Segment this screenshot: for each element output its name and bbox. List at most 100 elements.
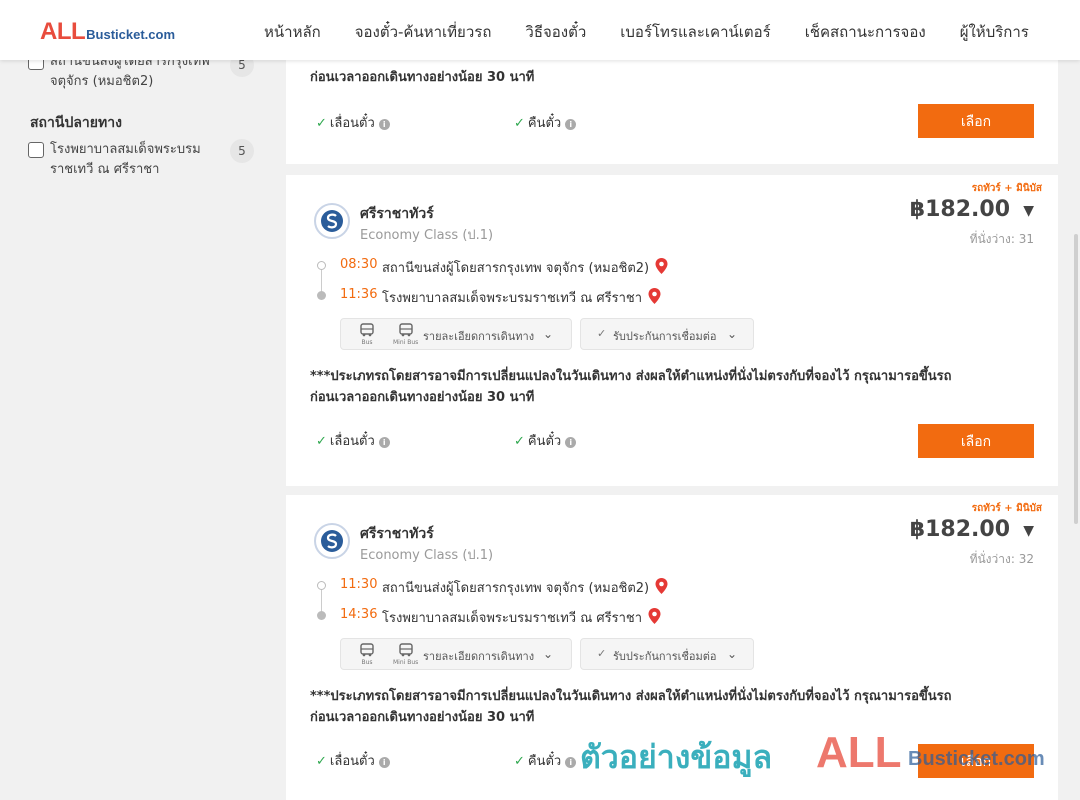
check-icon: ✓ [514,116,525,131]
service-class: Economy Class (ป.1) [360,548,494,563]
info-icon[interactable]: i [378,437,390,448]
seats-available: ที่นั่งว่าง: 31 [969,232,1034,246]
nav-check-booking[interactable]: เช็คสถานะการจอง [805,20,926,44]
arrival-station: โรงพยาบาลสมเด็จพระบรมราชเทวี ณ ศรีราชา [382,607,661,628]
notice-line-1: ***ประเภทรถโดยสารอาจมีการเปลี่ยนแปลงในวั… [310,689,952,704]
reschedule-label: เลื่อนตั๋ว [329,434,375,449]
connection-guarantee-dropdown[interactable]: ✓ รับประกันการเชื่อมต่อ ⌄ [580,638,754,670]
info-icon[interactable]: i [378,119,390,130]
info-icon[interactable]: i [565,437,577,448]
select-button[interactable]: เลือก [918,424,1034,458]
select-button[interactable]: เลือก [918,104,1034,138]
operator-name: ศรีราชาทัวร์ [360,526,434,542]
arrival-time: 11:36 [340,287,378,302]
departure-station-name: สถานีขนส่งผู้โดยสารกรุงเทพ จตุจักร (หมอช… [382,581,650,596]
bus-label: Bus [361,339,373,346]
notice-line-2: ก่อนเวลาออกเดินทางอย่างน้อย 30 นาที [310,390,535,405]
trip-details-label: รายละเอียดการเดินทาง [423,330,535,343]
main-nav: หน้าหลัก จองตั๋ว-ค้นหาเที่ยวรถ วิธีจองตั… [264,20,1063,44]
timeline-end-dot [317,291,326,300]
notice-line-2: ก่อนเวลาออกเดินทางอย่างน้อย 30 นาที [310,710,535,725]
trip-card: รถทัวร์ + มินิบัส ศรีราชาทัวร์ Economy C… [286,175,1058,486]
destination-filter-option[interactable]: โรงพยาบาลสมเด็จพระบรมราชเทวี ณ ศรีราชา [28,140,220,180]
departure-time: 11:30 [340,577,378,592]
refund-option[interactable]: ✓ คืนตั๋ว i [514,430,577,451]
operator-logo [314,203,350,239]
check-icon: ✓ [597,647,607,660]
top-header: ALL Busticket.com หน้าหลัก จองตั๋ว-ค้นหา… [0,0,1080,60]
arrival-time: 14:36 [340,607,378,622]
reschedule-option[interactable]: ✓ เลื่อนตั๋ว i [316,112,390,133]
nav-how-to-book[interactable]: วิธีจองตั๋ว [525,20,586,44]
nav-phone-counters[interactable]: เบอร์โทรและเคาน์เตอร์ [620,20,770,44]
trip-price[interactable]: ฿182.00 [910,517,1010,542]
departure-station: สถานีขนส่งผู้โดยสารกรุงเทพ จตุจักร (หมอช… [382,577,668,598]
chevron-down-icon[interactable]: ▼ [1023,523,1034,539]
connection-guarantee-label: รับประกันการเชื่อมต่อ [613,650,717,663]
departure-station: สถานีขนส่งผู้โดยสารกรุงเทพ จตุจักร (หมอช… [382,257,668,278]
reschedule-label: เลื่อนตั๋ว [329,116,375,131]
vehicle-type-tag: รถทัวร์ + มินิบัส [971,503,1042,514]
logo-busticket: Busticket.com [86,27,176,42]
nav-operators[interactable]: ผู้ให้บริการ [960,20,1029,44]
info-icon[interactable]: i [565,757,577,768]
refund-option[interactable]: ✓ คืนตั๋ว i [514,112,577,133]
operator-name: ศรีราชาทัวร์ [360,206,434,222]
trip-details-dropdown[interactable]: Bus Mini Bus รายละเอียดการเดินทาง ⌄ [340,638,572,670]
minibus-icon: Mini Bus [393,643,418,666]
destination-filter-label: โรงพยาบาลสมเด็จพระบรมราชเทวี ณ ศรีราชา [50,142,201,177]
map-pin-icon[interactable] [648,608,661,624]
info-icon[interactable]: i [378,757,390,768]
chevron-down-icon: ⌄ [543,647,554,661]
vehicle-type-tag: รถทัวร์ + มินิบัส [971,183,1042,194]
map-pin-icon[interactable] [655,578,668,594]
map-pin-icon[interactable] [655,258,668,274]
refund-label: คืนตั๋ว [527,434,562,449]
bus-icon: Bus [359,323,375,346]
check-icon: ✓ [316,116,327,131]
arrival-station-name: โรงพยาบาลสมเด็จพระบรมราชเทวี ณ ศรีราชา [382,611,643,626]
chevron-down-icon: ⌄ [727,647,738,661]
check-icon: ✓ [316,754,327,769]
destination-filter-title: สถานีปลายทาง [30,115,122,131]
nav-book-search[interactable]: จองตั๋ว-ค้นหาเที่ยวรถ [355,20,492,44]
check-icon: ✓ [514,434,525,449]
trip-price[interactable]: ฿182.00 [910,197,1010,222]
connection-guarantee-dropdown[interactable]: ✓ รับประกันการเชื่อมต่อ ⌄ [580,318,754,350]
logo-all: ALL [40,18,86,45]
chevron-down-icon: ⌄ [543,327,554,341]
check-icon: ✓ [597,327,607,340]
chevron-down-icon[interactable]: ▼ [1023,203,1034,219]
filter-sidebar: สถานีขนส่งผู้โดยสารกรุงเทพ จตุจักร (หมอช… [0,0,270,800]
connection-guarantee-label: รับประกันการเชื่อมต่อ [613,330,717,343]
destination-checkbox[interactable] [28,142,44,158]
notice-line-1: ***ประเภทรถโดยสารอาจมีการเปลี่ยนแปลงในวั… [310,369,952,384]
info-icon[interactable]: i [565,119,577,130]
refund-label: คืนตั๋ว [527,116,562,131]
departure-station-name: สถานีขนส่งผู้โดยสารกรุงเทพ จตุจักร (หมอช… [382,261,650,276]
refund-option[interactable]: ✓ คืนตั๋ว i [514,750,577,771]
trip-card: รถทัวร์ + มินิบัส ศรีราชาทัวร์ Economy C… [286,495,1058,800]
scrollbar-thumb[interactable] [1074,234,1078,524]
timeline-end-dot [317,611,326,620]
minibus-label: Mini Bus [393,659,419,666]
arrival-station: โรงพยาบาลสมเด็จพระบรมราชเทวี ณ ศรีราชา [382,287,661,308]
seats-available: ที่นั่งว่าง: 32 [969,552,1034,566]
refund-label: คืนตั๋ว [527,754,562,769]
timeline-start-dot [317,581,326,590]
reschedule-option[interactable]: ✓ เลื่อนตั๋ว i [316,430,390,451]
map-pin-icon[interactable] [648,288,661,304]
reschedule-option[interactable]: ✓ เลื่อนตั๋ว i [316,750,390,771]
operator-logo [314,523,350,559]
minibus-icon: Mini Bus [393,323,418,346]
timeline-start-dot [317,261,326,270]
bus-icon: Bus [359,643,375,666]
select-button[interactable]: เลือก [918,744,1034,778]
minibus-label: Mini Bus [393,339,419,346]
reschedule-label: เลื่อนตั๋ว [329,754,375,769]
trip-details-dropdown[interactable]: Bus Mini Bus รายละเอียดการเดินทาง ⌄ [340,318,572,350]
nav-home[interactable]: หน้าหลัก [264,20,321,44]
site-logo[interactable]: ALL Busticket.com [40,18,175,46]
chevron-down-icon: ⌄ [727,327,738,341]
destination-count-badge: 5 [230,139,254,163]
